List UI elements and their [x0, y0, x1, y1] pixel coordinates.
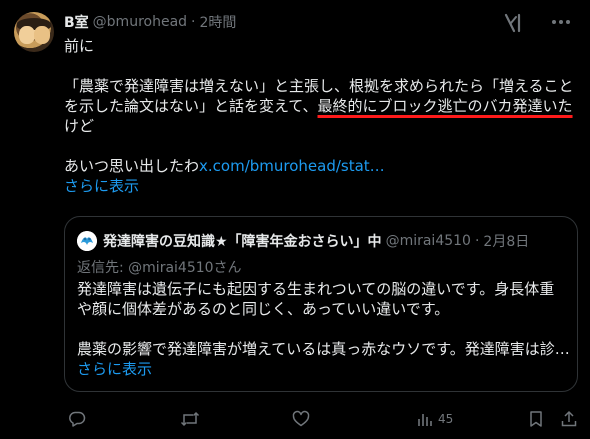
views-button[interactable]: 45 — [416, 404, 453, 434]
more-icon[interactable] — [548, 10, 574, 34]
post-line: 「農薬で発達障害は増えない」と主張し、根拠を求められたら「増えること — [64, 77, 574, 95]
post-body: 前に 「農薬で発達障害は増えない」と主張し、根拠を求められたら「増えること を示… — [64, 36, 580, 196]
action-bar: 45 — [64, 404, 580, 434]
quote-show-more-link[interactable]: さらに表示 — [77, 359, 569, 379]
quoted-post[interactable]: 発達障害の豆知識★「障害年金おさらい」中 @mirai4510 · 2月8日 返… — [64, 216, 578, 392]
author-handle[interactable]: @bmurohead — [93, 14, 187, 30]
post-link[interactable]: x.com/bmurohead/stat… — [199, 157, 385, 175]
underlined-text: 最終的にブロック逃亡のバカ発達いた — [317, 97, 573, 115]
grok-icon[interactable] — [502, 13, 524, 33]
separator-dot: · — [474, 233, 480, 249]
bookmark-button[interactable] — [528, 404, 544, 434]
post-line-text: を示した論文はない」と話を変えて、 — [64, 97, 318, 115]
post-line-text: あいつ思い出したわ — [64, 157, 200, 175]
post-line: を示した論文はない」と話を変えて、最終的にブロック逃亡のバカ発達いた — [64, 96, 580, 116]
post-line: けど — [64, 117, 95, 135]
repost-icon — [180, 411, 200, 427]
reply-to-label: 返信先: @mirai4510さん — [77, 260, 242, 276]
quote-line: や顔に個体差があるのと同じく、あっていい違いです。 — [77, 300, 450, 318]
post-timestamp[interactable]: 2時間 — [200, 12, 237, 32]
reply-button[interactable] — [68, 404, 86, 434]
quote-header: 発達障害の豆知識★「障害年金おさらい」中 @mirai4510 · 2月8日 — [77, 231, 529, 251]
views-count: 45 — [438, 412, 454, 426]
quote-avatar[interactable] — [77, 231, 97, 251]
quote-line: 発達障害は遺伝子にも起因する生まれついての脳の違いです。身長体重 — [77, 280, 555, 298]
post-line: 前に — [64, 37, 95, 55]
show-more-link[interactable]: さらに表示 — [64, 176, 580, 196]
repost-button[interactable] — [180, 404, 200, 434]
share-icon — [561, 410, 577, 427]
quote-author-handle[interactable]: @mirai4510 — [386, 233, 471, 249]
quote-line: 農薬の影響で発達障害が増えているは真っ赤なウソです。発達障害は診… — [77, 340, 570, 358]
quote-date[interactable]: 2月8日 — [483, 231, 529, 251]
post-line: あいつ思い出したわx.com/bmurohead/stat… — [64, 156, 580, 176]
like-button[interactable] — [292, 404, 310, 434]
quote-author-display-name[interactable]: 発達障害の豆知識★「障害年金おさらい」中 — [103, 231, 382, 251]
reply-icon — [69, 411, 86, 427]
post[interactable]: B室 @bmurohead · 2時間 前に 「農薬で発達障害は増えない」と主張… — [0, 0, 590, 439]
share-button[interactable] — [560, 404, 578, 434]
views-icon — [418, 414, 432, 426]
separator-dot: · — [191, 14, 196, 30]
author-display-name[interactable]: B室 — [64, 12, 89, 32]
like-icon — [292, 410, 310, 427]
avatar[interactable] — [14, 12, 54, 52]
post-header: B室 @bmurohead · 2時間 — [64, 12, 236, 32]
quote-body: 発達障害は遺伝子にも起因する生まれついての脳の違いです。身長体重 や顔に個体差が… — [77, 279, 570, 379]
bookmark-icon — [530, 411, 542, 427]
